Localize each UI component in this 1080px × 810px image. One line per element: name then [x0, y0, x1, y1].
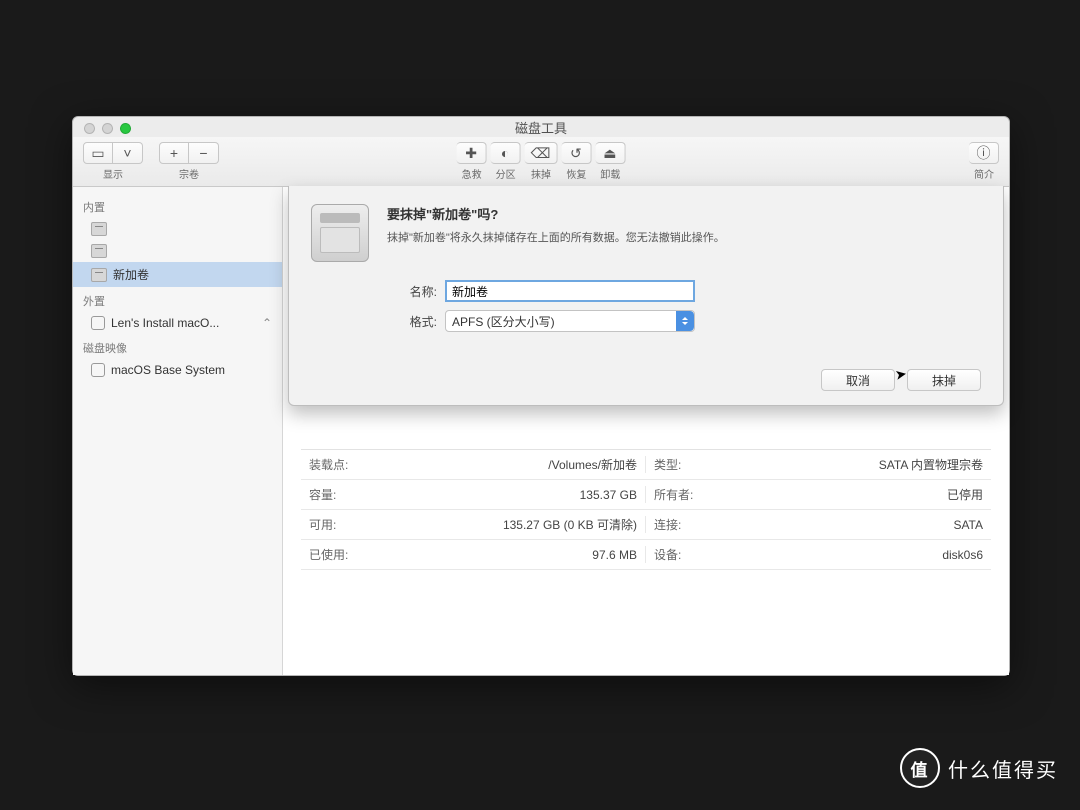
type-label: 类型:: [646, 456, 706, 473]
conn-value: SATA: [706, 516, 991, 533]
sidebar-head-external: 外置: [73, 287, 282, 312]
sidebar-item-label: macOS Base System: [111, 363, 225, 377]
tb-info-group: ⓘ 简介: [969, 142, 999, 181]
conn-label: 连接:: [646, 516, 706, 533]
firstaid-label: 急救: [462, 166, 482, 181]
dialog-title: 要抹掉"新加卷"吗?: [387, 204, 981, 223]
drive-icon: [311, 204, 369, 262]
chevron-icon: ⌃: [262, 316, 272, 330]
tb-view-group: ▭ ˅ 显示: [83, 142, 143, 181]
partition-button[interactable]: ◐: [491, 142, 521, 164]
mount-label: 装载点:: [301, 456, 361, 473]
capacity-label: 容量:: [301, 486, 361, 503]
titlebar: 磁盘工具: [73, 117, 1009, 137]
unmount-button[interactable]: ⏏: [595, 142, 625, 164]
table-row: 可用:135.27 GB (0 KB 可清除) 连接:SATA: [301, 510, 991, 540]
sidebar: 内置 新加卷 外置 Len's Install macO... ⌃ 磁盘映像 ma…: [73, 187, 283, 675]
tb-volume-group: + − 宗卷: [159, 142, 219, 181]
sidebar-item-label: 新加卷: [113, 266, 149, 283]
sidebar-item-image[interactable]: macOS Base System: [73, 359, 282, 381]
mount-value: /Volumes/新加卷: [361, 456, 645, 473]
firstaid-button[interactable]: ✚: [457, 142, 487, 164]
toolbar-center: ✚ 急救 ◐ 分区 ⌫ 抹掉 ↺ 恢复 ⏏ 卸载: [455, 142, 628, 181]
partition-label: 分区: [496, 166, 516, 181]
window-body: 内置 新加卷 外置 Len's Install macO... ⌃ 磁盘映像 ma…: [73, 187, 1009, 675]
restore-label: 恢复: [566, 166, 586, 181]
format-select[interactable]: APFS (区分大小写): [445, 310, 695, 332]
window-title: 磁盘工具: [73, 118, 1009, 137]
name-input[interactable]: [445, 280, 695, 302]
disk-utility-window: 磁盘工具 ▭ ˅ 显示 + − 宗卷 ✚ 急救 ◐ 分区 ⌫ 抹掉 ↺ 恢复 ⏏ 卸载 ⓘ: [72, 116, 1010, 676]
erase-label: 抹掉: [531, 166, 551, 181]
watermark-text: 什么值得买: [948, 754, 1058, 783]
erase-dialog: 要抹掉"新加卷"吗? 抹掉"新加卷"将永久抹掉储存在上面的所有数据。您无法撤销此…: [288, 186, 1004, 406]
device-label: 设备:: [646, 546, 706, 563]
info-table: 装载点:/Volumes/新加卷 类型:SATA 内置物理宗卷 容量:135.3…: [301, 449, 991, 570]
erase-button[interactable]: ⌫: [525, 142, 558, 164]
sidebar-item-external[interactable]: Len's Install macO... ⌃: [73, 312, 282, 334]
device-value: disk0s6: [706, 546, 991, 563]
view-button[interactable]: ▭: [83, 142, 113, 164]
avail-value: 135.27 GB (0 KB 可清除): [361, 516, 645, 533]
sidebar-item-label: Len's Install macO...: [111, 316, 219, 330]
owner-label: 所有者:: [646, 486, 706, 503]
name-label: 名称:: [387, 283, 437, 300]
format-label: 格式:: [387, 313, 437, 330]
toolbar: ▭ ˅ 显示 + − 宗卷 ✚ 急救 ◐ 分区 ⌫ 抹掉 ↺ 恢复 ⏏ 卸载 ⓘ 简介: [73, 137, 1009, 187]
view-label: 显示: [103, 166, 123, 181]
unmount-label: 卸载: [600, 166, 620, 181]
table-row: 容量:135.37 GB 所有者:已停用: [301, 480, 991, 510]
sidebar-item-disk2[interactable]: [73, 240, 282, 262]
capacity-value: 135.37 GB: [361, 486, 645, 503]
watermark: 值 什么值得买: [900, 748, 1058, 788]
disk-icon: [91, 222, 107, 236]
main-pane: 135.37 GB 装载点:/Volumes/新加卷 类型:SATA 内置物理宗…: [283, 187, 1009, 675]
info-button[interactable]: ⓘ: [969, 142, 999, 164]
sidebar-head-internal: 内置: [73, 193, 282, 218]
used-value: 97.6 MB: [361, 546, 645, 563]
restore-button[interactable]: ↺: [561, 142, 591, 164]
owner-value: 已停用: [706, 486, 991, 503]
volume-label: 宗卷: [179, 166, 199, 181]
sidebar-head-images: 磁盘映像: [73, 334, 282, 359]
avail-label: 可用:: [301, 516, 361, 533]
volume-icon: [91, 363, 105, 377]
erase-confirm-button[interactable]: 抹掉: [907, 369, 981, 391]
sidebar-item-selected[interactable]: 新加卷: [73, 262, 282, 287]
sidebar-item-disk1[interactable]: [73, 218, 282, 240]
watermark-badge: 值: [900, 748, 940, 788]
volume-icon: [91, 316, 105, 330]
view-dropdown-button[interactable]: ˅: [113, 142, 143, 164]
dialog-message: 抹掉"新加卷"将永久抹掉储存在上面的所有数据。您无法撤销此操作。: [387, 229, 981, 245]
used-label: 已使用:: [301, 546, 361, 563]
info-label: 简介: [974, 166, 994, 181]
volume-add-button[interactable]: +: [159, 142, 189, 164]
table-row: 装载点:/Volumes/新加卷 类型:SATA 内置物理宗卷: [301, 450, 991, 480]
format-value: APFS (区分大小写): [452, 313, 555, 330]
disk-icon: [91, 268, 107, 282]
cancel-button[interactable]: 取消: [821, 369, 895, 391]
table-row: 已使用:97.6 MB 设备:disk0s6: [301, 540, 991, 570]
type-value: SATA 内置物理宗卷: [706, 456, 991, 473]
volume-remove-button[interactable]: −: [189, 142, 219, 164]
cursor-icon: ➤: [894, 365, 909, 384]
chevron-updown-icon: [676, 311, 694, 331]
disk-icon: [91, 244, 107, 258]
